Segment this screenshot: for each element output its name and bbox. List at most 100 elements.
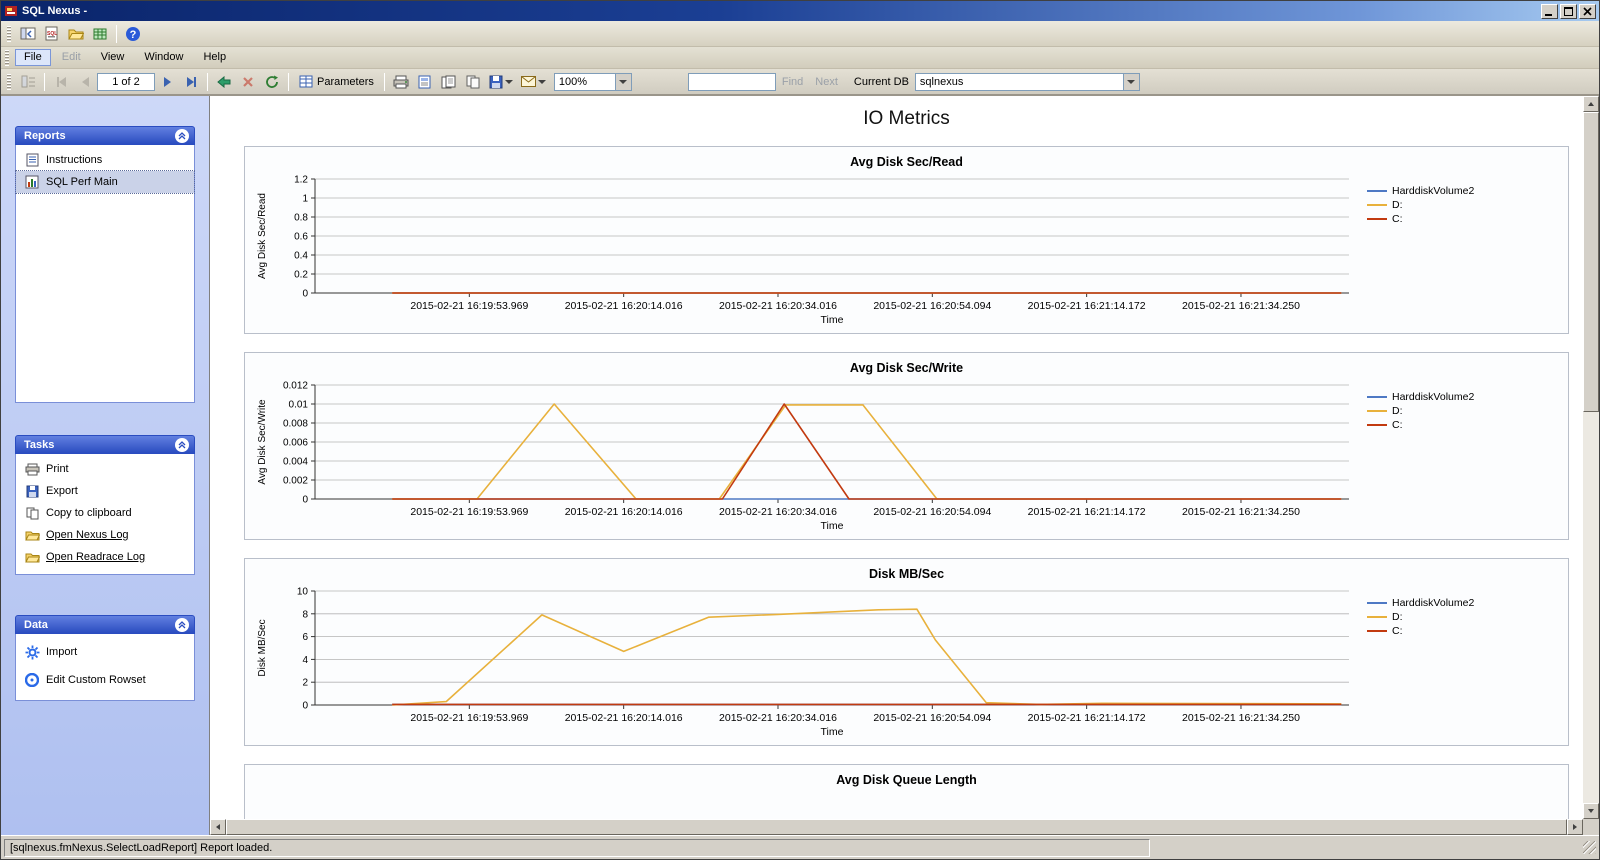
- menu-help[interactable]: Help: [194, 49, 235, 66]
- sidebar: Reports Instructions SQL Perf Main Tasks…: [1, 96, 209, 835]
- horizontal-scrollbar[interactable]: [210, 819, 1583, 835]
- chart-title: Disk MB/Sec: [868, 567, 945, 581]
- data-panel: Data Import Edit Custom Rowset: [15, 615, 195, 701]
- task-export[interactable]: Export: [16, 480, 194, 502]
- save-dropdown-icon[interactable]: [504, 79, 513, 84]
- resize-grip[interactable]: [1583, 841, 1596, 854]
- close-button[interactable]: [1579, 3, 1596, 19]
- legend-item: C:: [1367, 419, 1474, 431]
- vertical-scroll-thumb[interactable]: [1583, 112, 1599, 412]
- data-item-import[interactable]: Import: [16, 638, 194, 666]
- db-dropdown-icon[interactable]: [1122, 73, 1139, 90]
- svg-text:2015-02-21 16:20:54.094: 2015-02-21 16:20:54.094: [873, 712, 991, 724]
- svg-text:1: 1: [302, 194, 308, 205]
- mail-dropdown-icon[interactable]: [537, 79, 546, 84]
- page-indicator-input[interactable]: [97, 72, 155, 91]
- refresh-button[interactable]: [260, 71, 284, 93]
- import-gear-icon: [24, 644, 40, 660]
- legend-label: C:: [1392, 625, 1403, 637]
- menubar-grip[interactable]: [5, 49, 9, 66]
- find-next-button[interactable]: Next: [809, 74, 844, 90]
- scroll-right-icon[interactable]: [1567, 819, 1583, 835]
- toolbar-grip[interactable]: [7, 25, 11, 42]
- task-copy-to-clipboard[interactable]: Copy to clipboard: [16, 502, 194, 524]
- svg-text:2015-02-21 16:21:14.172: 2015-02-21 16:21:14.172: [1028, 506, 1146, 518]
- svg-text:2015-02-21 16:20:54.094: 2015-02-21 16:20:54.094: [873, 506, 991, 518]
- menu-file[interactable]: File: [15, 49, 51, 66]
- horizontal-scroll-thumb[interactable]: [226, 819, 1567, 835]
- reportbar-grip[interactable]: [7, 73, 11, 90]
- task-open-nexus-log[interactable]: Open Nexus Log: [16, 524, 194, 546]
- copy-icon[interactable]: [461, 71, 485, 93]
- stop-button[interactable]: [236, 71, 260, 93]
- next-page-button[interactable]: [155, 71, 179, 93]
- task-open-readrace-log[interactable]: Open Readrace Log: [16, 546, 194, 568]
- chart-panel: Disk MB/Sec 0 2 4 6 8 10 2015-02-21 16:19:53.9…: [244, 558, 1569, 746]
- legend-label: D:: [1392, 405, 1403, 417]
- parameters-button[interactable]: Parameters: [293, 71, 380, 93]
- chart-title: Avg Disk Queue Length: [836, 773, 977, 787]
- maximize-button[interactable]: [1560, 3, 1577, 19]
- collapse-chevron-icon[interactable]: [175, 617, 189, 632]
- save-export-button[interactable]: [485, 71, 517, 93]
- zoom-select[interactable]: 100%: [553, 72, 632, 91]
- report-viewer: IO Metrics Avg Disk Sec/Read 0 0.2 0.4 0.6 0…: [209, 96, 1599, 835]
- folder-icon: [24, 549, 40, 565]
- chart-legend: HarddiskVolume2 D: C:: [1367, 185, 1474, 225]
- sql-connection-icon[interactable]: SQL: [40, 23, 64, 45]
- legend-item: HarddiskVolume2: [1367, 391, 1474, 403]
- open-folder-icon[interactable]: [64, 23, 88, 45]
- tasks-panel-header[interactable]: Tasks: [15, 435, 195, 454]
- collapse-chevron-icon[interactable]: [175, 128, 189, 143]
- chart-body: 0 2 4 6 8 10 2015-02-21 16:19:53.969 2015-02-21…: [253, 581, 1560, 739]
- chart-body: 0 0.002 0.004 0.006 0.008 0.01 0.012 2015-02-21…: [253, 375, 1560, 533]
- chart-plot: 0 0.002 0.004 0.006 0.008 0.01 0.012 2015-02-21…: [257, 381, 1349, 532]
- svg-text:Avg Disk Sec/Write: Avg Disk Sec/Write: [257, 399, 268, 485]
- sidebar-item-sql-perf-main[interactable]: SQL Perf Main: [15, 170, 195, 194]
- scroll-down-icon[interactable]: [1583, 803, 1599, 819]
- find-button[interactable]: Find: [776, 74, 809, 90]
- mail-export-button[interactable]: [517, 71, 550, 93]
- layout-panes-icon[interactable]: [16, 23, 40, 45]
- first-page-button[interactable]: [49, 71, 73, 93]
- print-layout-icon[interactable]: [413, 71, 437, 93]
- svg-text:Time: Time: [821, 314, 844, 326]
- svg-text:0: 0: [302, 701, 308, 712]
- zoom-dropdown-icon[interactable]: [614, 73, 631, 90]
- help-icon[interactable]: ?: [121, 23, 145, 45]
- menu-edit[interactable]: Edit: [53, 49, 90, 66]
- legend-item: D:: [1367, 405, 1474, 417]
- data-panel-header[interactable]: Data: [15, 615, 195, 634]
- menu-view[interactable]: View: [92, 49, 134, 66]
- svg-text:2015-02-21 16:20:34.016: 2015-02-21 16:20:34.016: [719, 300, 837, 312]
- sidebar-item-instructions[interactable]: Instructions: [16, 149, 194, 171]
- svg-text:2: 2: [302, 678, 308, 689]
- task-print[interactable]: Print: [16, 458, 194, 480]
- current-db-select[interactable]: sqlnexus: [914, 72, 1140, 91]
- page-setup-icon[interactable]: [437, 71, 461, 93]
- collapse-chevron-icon[interactable]: [175, 437, 189, 452]
- reports-panel-header[interactable]: Reports: [15, 126, 195, 145]
- legend-label: D:: [1392, 611, 1403, 623]
- legend-swatch: [1367, 602, 1387, 604]
- scroll-up-icon[interactable]: [1583, 96, 1599, 112]
- scroll-left-icon[interactable]: [210, 819, 226, 835]
- print-icon[interactable]: [389, 71, 413, 93]
- document-map-icon[interactable]: [16, 71, 40, 93]
- minimize-button[interactable]: [1541, 3, 1558, 19]
- chart-title: Avg Disk Sec/Write: [849, 361, 964, 375]
- last-page-button[interactable]: [179, 71, 203, 93]
- find-input[interactable]: [687, 72, 776, 91]
- svg-text:0: 0: [302, 289, 308, 300]
- task-label: Export: [46, 485, 78, 497]
- menu-window[interactable]: Window: [135, 49, 192, 66]
- import-trace-icon[interactable]: [88, 23, 112, 45]
- folder-icon: [24, 527, 40, 543]
- prev-page-button[interactable]: [73, 71, 97, 93]
- back-to-parent-button[interactable]: [212, 71, 236, 93]
- data-item-edit-custom-rowset[interactable]: Edit Custom Rowset: [16, 666, 194, 694]
- svg-text:0.004: 0.004: [283, 457, 308, 468]
- vertical-scrollbar[interactable]: [1583, 96, 1599, 819]
- svg-text:0.6: 0.6: [294, 232, 308, 243]
- legend-swatch: [1367, 616, 1387, 618]
